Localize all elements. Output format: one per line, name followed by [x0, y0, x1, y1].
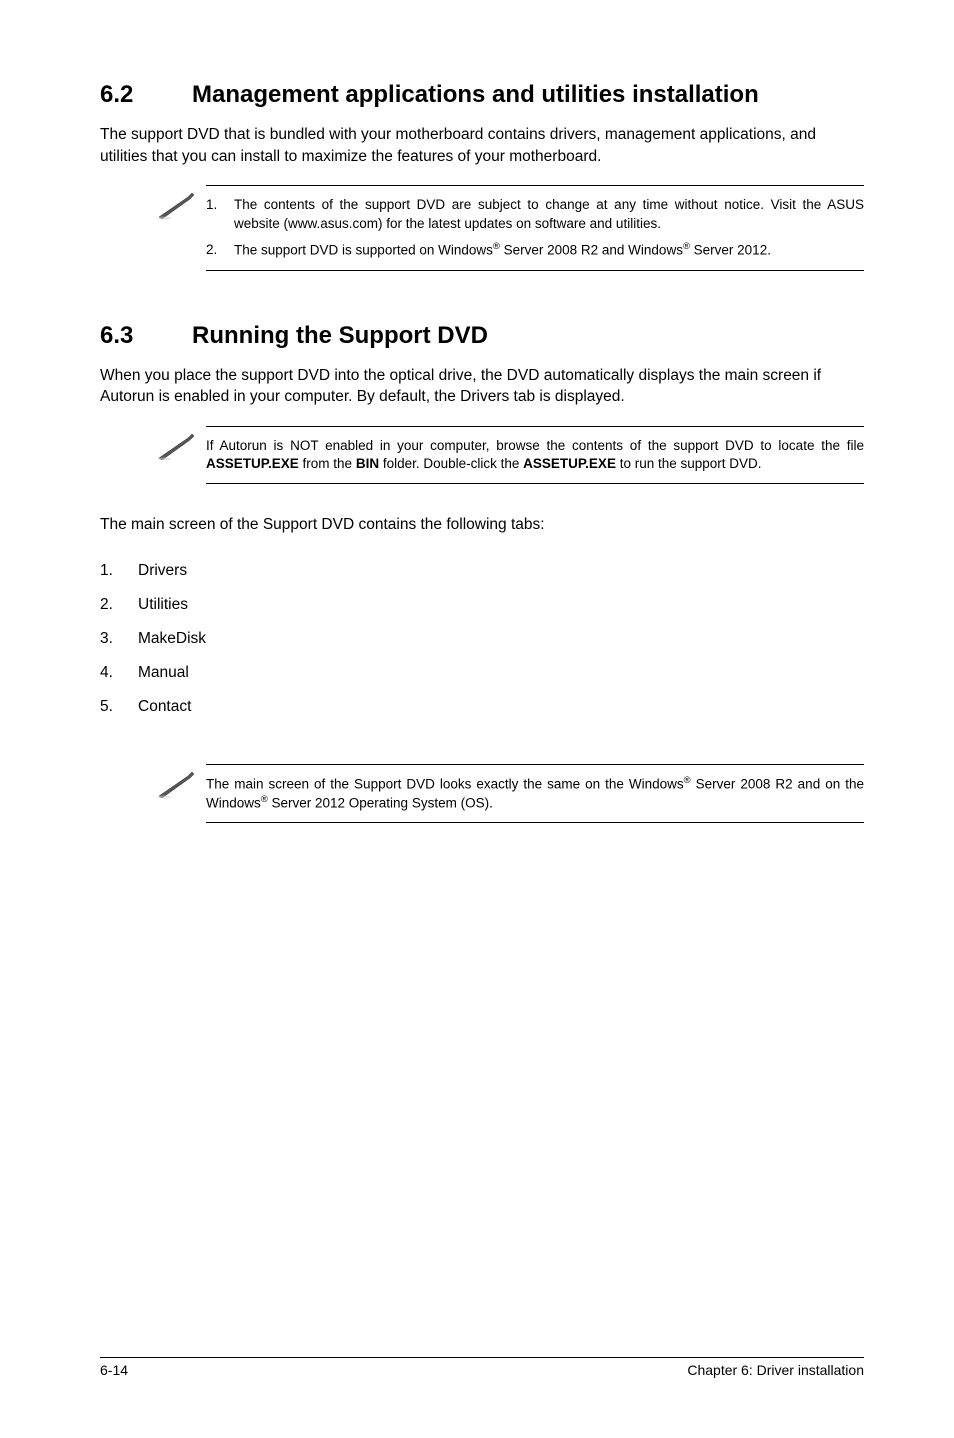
- list-item-number: 2.: [100, 596, 138, 614]
- page-footer: 6-14 Chapter 6: Driver installation: [100, 1357, 864, 1378]
- note-content: If Autorun is NOT enabled in your comput…: [206, 426, 864, 484]
- list-item-label: Drivers: [138, 562, 187, 580]
- note-block: 1. The contents of the support DVD are s…: [156, 185, 864, 270]
- section-number: 6.3: [100, 321, 192, 351]
- list-item-number: 5.: [100, 698, 138, 716]
- pen-icon: [156, 764, 206, 805]
- list-intro: The main screen of the Support DVD conta…: [100, 514, 864, 536]
- list-item: 3. MakeDisk: [100, 622, 864, 656]
- list-item: 4. Manual: [100, 656, 864, 690]
- section-title: Running the Support DVD: [192, 321, 488, 351]
- section-heading-6-3: 6.3 Running the Support DVD: [100, 321, 864, 351]
- note-content: 1. The contents of the support DVD are s…: [206, 185, 864, 270]
- list-item-label: Manual: [138, 664, 189, 682]
- note-text: The main screen of the Support DVD looks…: [206, 771, 864, 816]
- note-item-text: The support DVD is supported on Windows®…: [234, 241, 864, 260]
- list-item: 2. Utilities: [100, 588, 864, 622]
- note-item: 1. The contents of the support DVD are s…: [206, 192, 864, 236]
- footer-chapter: Chapter 6: Driver installation: [687, 1362, 864, 1378]
- list-item: 1. Drivers: [100, 554, 864, 588]
- note-content: The main screen of the Support DVD looks…: [206, 764, 864, 823]
- note-block: The main screen of the Support DVD looks…: [156, 764, 864, 823]
- note-item: 2. The support DVD is supported on Windo…: [206, 237, 864, 264]
- list-item-label: Contact: [138, 698, 191, 716]
- list-item-label: MakeDisk: [138, 630, 206, 648]
- section-number: 6.2: [100, 80, 192, 110]
- section-heading-6-2: 6.2 Management applications and utilitie…: [100, 80, 864, 110]
- tab-list: 1. Drivers 2. Utilities 3. MakeDisk 4. M…: [100, 554, 864, 724]
- footer-page-number: 6-14: [100, 1362, 128, 1378]
- note-item-text: The contents of the support DVD are subj…: [234, 196, 864, 232]
- note-block: If Autorun is NOT enabled in your comput…: [156, 426, 864, 484]
- pen-icon: [156, 185, 206, 226]
- note-item-number: 1.: [206, 196, 234, 232]
- list-item-number: 3.: [100, 630, 138, 648]
- section-body: The support DVD that is bundled with you…: [100, 124, 864, 167]
- page: 6.2 Management applications and utilitie…: [0, 0, 954, 1438]
- note-text: If Autorun is NOT enabled in your comput…: [206, 433, 864, 477]
- list-item-label: Utilities: [138, 596, 188, 614]
- section-body: When you place the support DVD into the …: [100, 365, 864, 408]
- list-item-number: 1.: [100, 562, 138, 580]
- section-title: Management applications and utilities in…: [192, 80, 759, 110]
- note-item-number: 2.: [206, 241, 234, 260]
- list-item-number: 4.: [100, 664, 138, 682]
- list-item: 5. Contact: [100, 690, 864, 724]
- pen-icon: [156, 426, 206, 467]
